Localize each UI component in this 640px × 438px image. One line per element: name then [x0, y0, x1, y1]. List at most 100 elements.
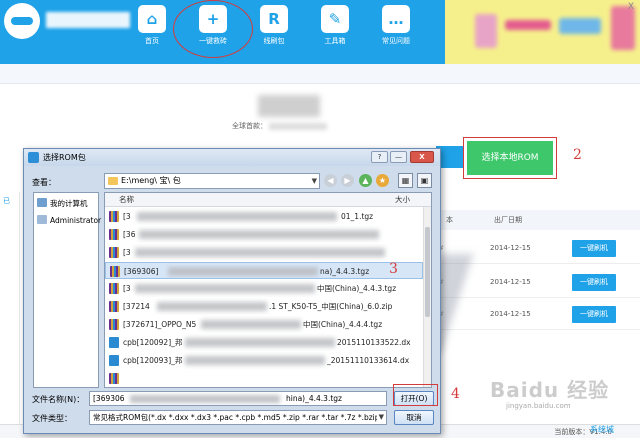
app-header: ⌂ 首页 + 一键救砖 R 线刷包 ✎ 工具箱 … 常见问题 X: [0, 0, 640, 64]
file-name-tail: 2015110133522.dx: [337, 338, 411, 347]
filetype-value: 常见格式ROM包(*.dx *.dxx *.dx3 *.pac *.cpb *.…: [93, 413, 385, 422]
nav-toolbox[interactable]: ✎ 工具箱: [309, 0, 361, 64]
app-logo: [4, 3, 40, 39]
redacted-text: [139, 230, 379, 239]
row-date: 2014-12-15: [490, 244, 531, 252]
nav-faq[interactable]: … 常见问题: [370, 0, 422, 64]
subtitle-prefix: 全球首款: [232, 122, 260, 130]
forward-icon[interactable]: ▶: [341, 174, 354, 187]
archive-icon: [109, 247, 119, 258]
back-icon[interactable]: ◀: [324, 174, 337, 187]
annotation-rect-open: [393, 384, 438, 406]
detail-view-icon[interactable]: ▣: [417, 173, 432, 188]
place-administrator[interactable]: Administrator: [37, 215, 101, 225]
redacted-text: [130, 395, 280, 403]
help-button[interactable]: ?: [371, 151, 388, 163]
vertical-scrollbar[interactable]: [423, 207, 431, 387]
scrollbar-thumb[interactable]: [425, 227, 430, 317]
subtitle: 全球首款：: [232, 121, 328, 131]
file-row[interactable]: [105, 370, 423, 387]
file-name: [36: [123, 230, 136, 239]
ad-close-icon[interactable]: X: [628, 2, 634, 12]
folder-icon: [108, 177, 118, 185]
computer-icon: [37, 198, 47, 207]
app-title-blurred: [46, 12, 130, 28]
ad-blob: [505, 20, 551, 30]
redacted-text: [201, 320, 301, 329]
col-size[interactable]: 大小: [395, 193, 410, 207]
archive-icon: [109, 283, 119, 294]
col-version: 本: [446, 216, 453, 224]
col-name[interactable]: 名称: [119, 193, 134, 207]
file-row[interactable]: [3 中国(China)_4.4.3.tgz: [105, 280, 423, 297]
cloud-r-icon: R: [260, 5, 288, 33]
nav-line-flash[interactable]: R 线刷包: [248, 0, 300, 64]
file-row[interactable]: [3 01_1.tgz: [105, 208, 423, 225]
annotation-circle: [173, 0, 253, 58]
home-icon: ⌂: [138, 5, 166, 33]
flash-button[interactable]: 一键刷机: [572, 240, 616, 257]
file-name: cpb[120093]_邦: [123, 356, 183, 365]
left-panel-edge: 已 ▲ 鼠: [0, 192, 20, 438]
file-row[interactable]: cpb[120093]_邦 _20151110133614.dx: [105, 352, 423, 369]
archive-icon: [109, 319, 119, 330]
file-list: 名称 大小 [3 01_1.tgz [36 [3 [369306] na)_4.…: [104, 192, 432, 388]
watermark-url: jingyan.baidu.com: [506, 402, 571, 410]
up-folder-icon[interactable]: ▲: [359, 174, 372, 187]
nav-toolbox-label: 工具箱: [324, 37, 346, 45]
new-folder-icon[interactable]: ★: [376, 174, 389, 187]
dialog-app-icon: [28, 152, 39, 163]
left-tab[interactable]: 已: [3, 196, 10, 206]
file-name-tail: 01_1.tgz: [341, 212, 374, 221]
minimize-button[interactable]: —: [390, 151, 407, 163]
file-name: [3: [123, 284, 131, 293]
file-row[interactable]: cpb[120092]_邦 2015110133522.dx: [105, 334, 423, 351]
place-my-computer[interactable]: 我的计算机: [37, 198, 88, 209]
archive-icon: [110, 266, 120, 277]
dx-file-icon: [109, 355, 119, 366]
redacted-text: [168, 267, 318, 276]
list-view-icon[interactable]: ▦: [398, 173, 413, 188]
headline-blurred: [258, 95, 320, 117]
dialog-titlebar[interactable]: 选择ROM包 ? — X: [24, 149, 440, 166]
annotation-number-4: 4: [451, 386, 460, 402]
ad-blob: [475, 14, 497, 48]
file-row[interactable]: [36: [105, 226, 423, 243]
rom-row: # 2014-12-15 一键刷机: [436, 298, 640, 330]
file-row[interactable]: [3: [105, 244, 423, 261]
archive-icon: [109, 301, 119, 312]
nav-home[interactable]: ⌂ 首页: [126, 0, 178, 64]
file-row-selected[interactable]: [369306] na)_4.4.3.tgz: [105, 262, 423, 279]
file-row[interactable]: [372671]_OPPO_N5 中国(China)_4.4.4.tgz: [105, 316, 423, 333]
header-separator: [0, 64, 640, 84]
place-label: 我的计算机: [50, 199, 88, 208]
open-rom-dialog: 选择ROM包 ? — X 查看： E:\meng\ 宝\ 包 ▼ ◀ ▶ ▲ ★…: [23, 148, 441, 434]
file-name: [3: [123, 248, 131, 257]
file-name: [37214: [123, 302, 150, 311]
filename-value: [369306: [93, 394, 125, 403]
file-name-tail: 中国(China)_4.4.3.tgz: [317, 284, 397, 293]
redacted-text: [185, 338, 335, 347]
row-date: 2014-12-15: [490, 278, 531, 286]
file-name: [369306]: [124, 267, 159, 276]
look-in-path: E:\meng\ 宝\ 包: [121, 176, 181, 185]
redacted-text: [157, 302, 267, 311]
nav-home-label: 首页: [145, 37, 159, 45]
redacted-text: [137, 212, 337, 221]
cancel-button[interactable]: 取消: [394, 410, 434, 425]
ad-banner[interactable]: X: [445, 0, 640, 64]
look-in-select[interactable]: E:\meng\ 宝\ 包 ▼: [104, 173, 320, 189]
subtitle-blurred: [269, 122, 328, 130]
filename-input[interactable]: [369306 hina)_4.4.3.tgz: [89, 391, 387, 406]
flash-button[interactable]: 一键刷机: [572, 306, 616, 323]
chat-bubble-icon: …: [382, 5, 410, 33]
redacted-text: [135, 248, 385, 257]
close-button[interactable]: X: [410, 151, 434, 163]
redacted-text: [135, 284, 315, 293]
filetype-select[interactable]: 常见格式ROM包(*.dx *.dxx *.dx3 *.pac *.cpb *.…: [89, 410, 387, 425]
flash-button[interactable]: 一键刷机: [572, 274, 616, 291]
rom-table-header: 本 出厂日期: [436, 210, 640, 230]
file-row[interactable]: [37214 .1 ST_K50-T5_中国(China)_6.0.zip: [105, 298, 423, 315]
col-date: 出厂日期: [494, 216, 522, 224]
look-in-label: 查看：: [32, 178, 56, 187]
